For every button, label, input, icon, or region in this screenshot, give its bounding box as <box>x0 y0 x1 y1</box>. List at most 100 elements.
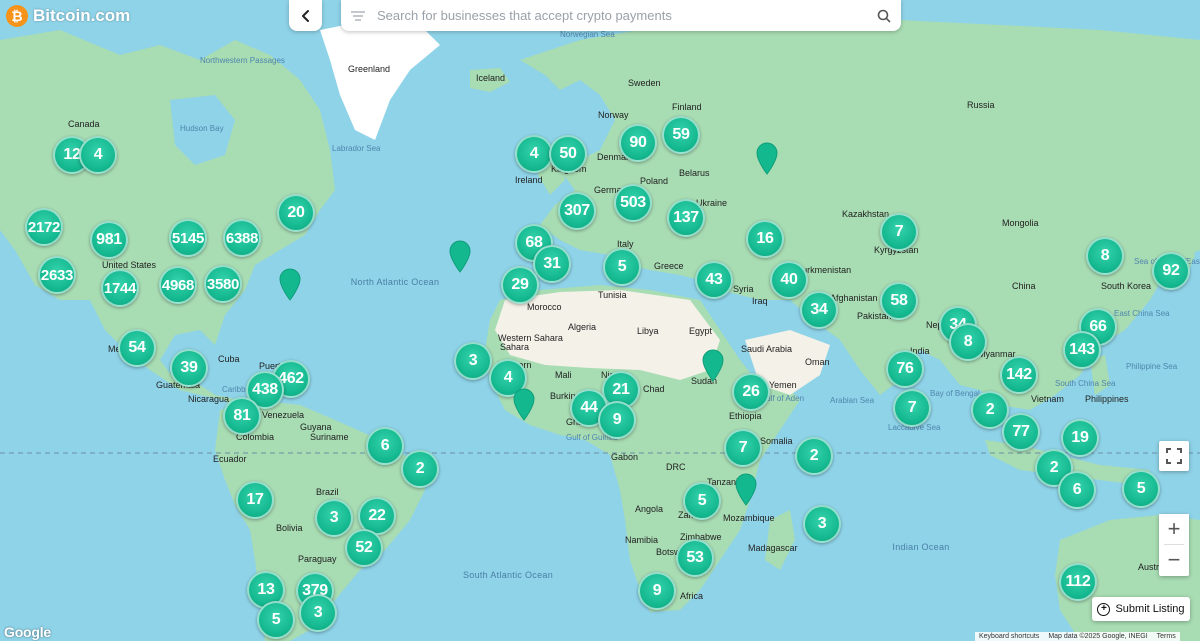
map-pin-icon[interactable] <box>755 141 779 175</box>
cluster-marker[interactable]: 31 <box>533 245 571 283</box>
cluster-marker[interactable]: 5145 <box>169 219 207 257</box>
cluster-marker[interactable]: 8 <box>949 323 987 361</box>
zoom-controls: + − <box>1159 514 1189 576</box>
cluster-marker[interactable]: 981 <box>90 221 128 259</box>
ocean-label: North Atlantic Ocean <box>351 277 440 287</box>
cluster-marker[interactable]: 503 <box>614 184 652 222</box>
cluster-marker[interactable]: 5 <box>257 601 295 639</box>
cluster-marker[interactable]: 50 <box>549 135 587 173</box>
keyboard-shortcuts-link[interactable]: Keyboard shortcuts <box>979 633 1039 640</box>
map-label: Libya <box>637 326 659 336</box>
brand-logo[interactable]: ₿ Bitcoin.com <box>6 5 130 27</box>
cluster-marker[interactable]: 6388 <box>223 219 261 257</box>
cluster-marker[interactable]: 81 <box>223 397 261 435</box>
cluster-marker[interactable]: 59 <box>662 116 700 154</box>
cluster-marker[interactable]: 54 <box>118 329 156 367</box>
cluster-marker[interactable]: 34 <box>800 291 838 329</box>
sea-label: Hudson Bay <box>180 124 224 133</box>
filter-button[interactable] <box>341 0 375 31</box>
bitcoin-icon: ₿ <box>6 5 28 27</box>
cluster-marker[interactable]: 137 <box>667 199 705 237</box>
cluster-marker[interactable]: 143 <box>1063 331 1101 369</box>
cluster-marker[interactable]: 2633 <box>38 256 76 294</box>
sea-label: Arabian Sea <box>830 396 875 405</box>
cluster-marker[interactable]: 7 <box>893 389 931 427</box>
map-label: Nicaragua <box>188 394 229 404</box>
map-pin-icon[interactable] <box>701 348 725 382</box>
cluster-marker[interactable]: 3580 <box>204 265 242 303</box>
cluster-marker[interactable]: 58 <box>880 282 918 320</box>
cluster-marker[interactable]: 8 <box>1086 237 1124 275</box>
map-canvas: Greenland Iceland Norway Sweden Finland … <box>0 0 1200 641</box>
cluster-marker[interactable]: 29 <box>501 266 539 304</box>
map-label: Gabon <box>611 452 638 462</box>
cluster-marker[interactable]: 6 <box>1058 471 1096 509</box>
cluster-marker[interactable]: 1744 <box>101 269 139 307</box>
map-label: Morocco <box>527 302 562 312</box>
cluster-marker[interactable]: 52 <box>345 529 383 567</box>
submit-listing-button[interactable]: + Submit Listing <box>1092 597 1190 621</box>
cluster-marker[interactable]: 5 <box>603 248 641 286</box>
back-button[interactable] <box>289 0 322 31</box>
map-label: Russia <box>967 100 995 110</box>
zoom-out-button[interactable]: − <box>1159 545 1189 575</box>
cluster-marker[interactable]: 9 <box>638 572 676 610</box>
map-label: Philippines <box>1085 394 1129 404</box>
submit-listing-label: Submit Listing <box>1115 603 1185 615</box>
cluster-marker[interactable]: 43 <box>695 261 733 299</box>
cluster-marker[interactable]: 20 <box>277 194 315 232</box>
fullscreen-button[interactable] <box>1159 441 1189 471</box>
cluster-marker[interactable]: 19 <box>1061 419 1099 457</box>
cluster-marker[interactable]: 3 <box>299 594 337 632</box>
cluster-marker[interactable]: 5 <box>1122 470 1160 508</box>
cluster-marker[interactable]: 26 <box>732 373 770 411</box>
map-label: Sweden <box>628 78 661 88</box>
cluster-marker[interactable]: 2 <box>795 437 833 475</box>
sea-label: Labrador Sea <box>332 144 381 153</box>
cluster-marker[interactable]: 3 <box>315 499 353 537</box>
cluster-marker[interactable]: 9 <box>598 401 636 439</box>
cluster-marker[interactable]: 4 <box>79 136 117 174</box>
map-data-text: Map data ©2025 Google, INEGI <box>1048 633 1148 640</box>
cluster-marker[interactable]: 5 <box>683 482 721 520</box>
cluster-marker[interactable]: 4 <box>515 135 553 173</box>
world-map[interactable]: Greenland Iceland Norway Sweden Finland … <box>0 0 1200 641</box>
map-pin-icon[interactable] <box>278 267 302 301</box>
cluster-marker[interactable]: 4968 <box>159 266 197 304</box>
terms-link[interactable]: Terms <box>1157 633 1176 640</box>
map-label: Belarus <box>679 168 710 178</box>
cluster-marker[interactable]: 92 <box>1152 252 1190 290</box>
cluster-marker[interactable]: 77 <box>1002 413 1040 451</box>
cluster-marker[interactable]: 142 <box>1000 356 1038 394</box>
sea-label: South China Sea <box>1055 379 1116 388</box>
cluster-marker[interactable]: 2172 <box>25 208 63 246</box>
search-input[interactable] <box>375 7 867 24</box>
map-pin-icon[interactable] <box>512 387 536 421</box>
search-button[interactable] <box>867 0 901 31</box>
cluster-marker[interactable]: 112 <box>1059 563 1097 601</box>
zoom-in-button[interactable]: + <box>1159 514 1189 544</box>
cluster-marker[interactable]: 40 <box>770 261 808 299</box>
map-label: Vietnam <box>1031 394 1064 404</box>
cluster-marker[interactable]: 17 <box>236 481 274 519</box>
cluster-marker[interactable]: 2 <box>401 450 439 488</box>
cluster-marker[interactable]: 7 <box>880 213 918 251</box>
cluster-marker[interactable]: 16 <box>746 220 784 258</box>
cluster-marker[interactable]: 3 <box>454 342 492 380</box>
map-pin-icon[interactable] <box>448 239 472 273</box>
cluster-marker[interactable]: 76 <box>886 350 924 388</box>
filter-icon <box>351 10 365 21</box>
sea-label: East China Sea <box>1114 309 1170 318</box>
cluster-marker[interactable]: 90 <box>619 124 657 162</box>
cluster-marker[interactable]: 307 <box>558 192 596 230</box>
cluster-marker[interactable]: 7 <box>724 429 762 467</box>
map-label: Chad <box>643 384 665 394</box>
cluster-marker[interactable]: 3 <box>803 505 841 543</box>
cluster-marker[interactable]: 39 <box>170 349 208 387</box>
cluster-marker[interactable]: 53 <box>676 539 714 577</box>
sea-label: Northwestern Passages <box>200 56 285 65</box>
search-bar <box>341 0 901 31</box>
map-label: Mongolia <box>1002 218 1039 228</box>
cluster-marker[interactable]: 6 <box>366 427 404 465</box>
map-pin-icon[interactable] <box>734 472 758 506</box>
